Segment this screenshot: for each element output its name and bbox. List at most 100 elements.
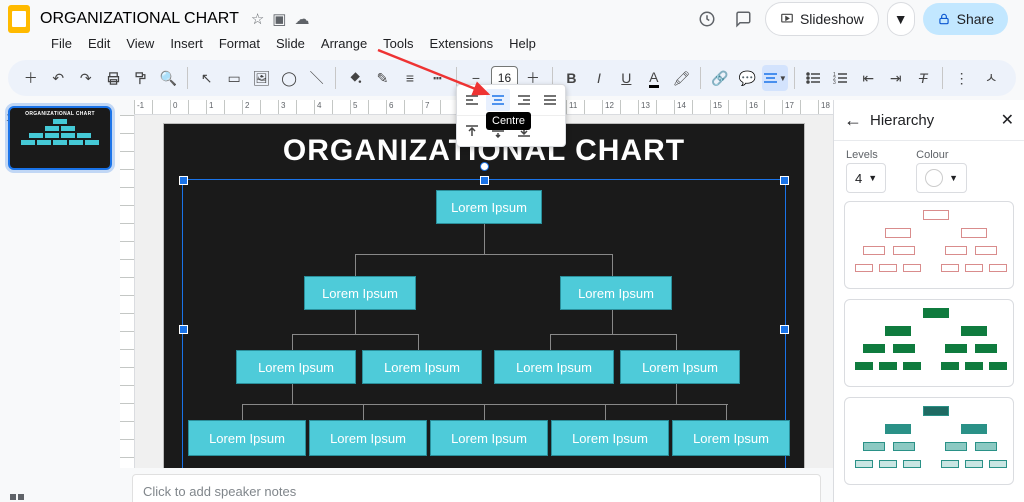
speaker-notes[interactable]: Click to add speaker notes bbox=[132, 474, 821, 502]
back-icon[interactable]: ← bbox=[844, 110, 862, 131]
italic-button[interactable]: I bbox=[586, 65, 611, 91]
document-title[interactable]: ORGANIZATIONAL CHART bbox=[40, 10, 239, 28]
menu-extensions[interactable]: Extensions bbox=[423, 34, 501, 56]
share-label: Share bbox=[957, 11, 994, 27]
collapse-toolbar-button[interactable]: ㅅ bbox=[978, 65, 1003, 91]
textbox-tool[interactable]: ▭ bbox=[221, 65, 246, 91]
select-tool[interactable]: ↖ bbox=[194, 65, 219, 91]
slide-canvas[interactable]: ORGANIZATIONAL CHART bbox=[163, 123, 805, 468]
org-node[interactable]: Lorem Ipsum bbox=[560, 276, 672, 310]
history-icon[interactable] bbox=[693, 5, 721, 33]
connector bbox=[355, 254, 356, 276]
fill-color-button[interactable] bbox=[342, 65, 367, 91]
slideshow-dropdown[interactable]: ▼ bbox=[887, 2, 915, 36]
menu-edit[interactable]: Edit bbox=[81, 34, 117, 56]
valign-top[interactable] bbox=[460, 120, 484, 142]
border-dash-button[interactable]: ┅ bbox=[425, 65, 450, 91]
connector bbox=[292, 334, 418, 335]
menu-insert[interactable]: Insert bbox=[163, 34, 210, 56]
org-node[interactable]: Lorem Ipsum bbox=[304, 276, 416, 310]
style-option-3[interactable] bbox=[844, 397, 1014, 485]
resize-handle[interactable] bbox=[780, 325, 789, 334]
redo-button[interactable]: ↷ bbox=[73, 65, 98, 91]
star-icon[interactable]: ☆ bbox=[251, 10, 264, 28]
clear-formatting-button[interactable]: T bbox=[910, 65, 935, 91]
border-weight-button[interactable]: ≡ bbox=[397, 65, 422, 91]
border-color-button[interactable]: ✎ bbox=[370, 65, 395, 91]
levels-label: Levels bbox=[846, 149, 886, 161]
panel-title: Hierarchy bbox=[870, 112, 934, 129]
insert-comment-button[interactable]: 💬 bbox=[735, 65, 760, 91]
colour-select[interactable]: ▼ bbox=[916, 163, 967, 193]
align-justify[interactable] bbox=[538, 89, 562, 111]
image-tool[interactable]: 🖼 bbox=[249, 65, 274, 91]
vertical-ruler bbox=[120, 115, 135, 468]
org-node[interactable]: Lorem Ipsum bbox=[551, 420, 669, 456]
resize-handle[interactable] bbox=[480, 176, 489, 185]
menu-slide[interactable]: Slide bbox=[269, 34, 312, 56]
highlight-color-button[interactable]: 🖍 bbox=[669, 65, 694, 91]
zoom-button[interactable]: 🔍 bbox=[155, 65, 180, 91]
comments-icon[interactable] bbox=[729, 5, 757, 33]
insert-link-button[interactable]: 🔗 bbox=[707, 65, 732, 91]
org-node[interactable]: Lorem Ipsum bbox=[362, 350, 482, 384]
shape-tool[interactable]: ◯ bbox=[276, 65, 301, 91]
connector bbox=[550, 334, 551, 350]
line-tool[interactable]: ＼ bbox=[304, 65, 329, 91]
connector bbox=[355, 254, 613, 255]
menu-help[interactable]: Help bbox=[502, 34, 543, 56]
org-node[interactable]: Lorem Ipsum bbox=[430, 420, 548, 456]
colour-label: Colour bbox=[916, 149, 967, 161]
bulleted-list-button[interactable] bbox=[801, 65, 826, 91]
connector bbox=[612, 306, 613, 334]
underline-button[interactable]: U bbox=[614, 65, 639, 91]
org-node[interactable]: Lorem Ipsum bbox=[672, 420, 790, 456]
more-options-button[interactable]: ⋮ bbox=[949, 65, 974, 91]
connector bbox=[242, 404, 243, 420]
menu-arrange[interactable]: Arrange bbox=[314, 34, 374, 56]
grid-view-icon[interactable] bbox=[10, 494, 24, 502]
resize-handle[interactable] bbox=[179, 325, 188, 334]
connector bbox=[484, 220, 485, 254]
align-right[interactable] bbox=[512, 89, 536, 111]
resize-handle[interactable] bbox=[780, 176, 789, 185]
org-node[interactable]: Lorem Ipsum bbox=[188, 420, 306, 456]
slide-thumbnail-1[interactable]: ORGANIZATIONAL CHART bbox=[8, 106, 112, 170]
new-slide-button[interactable]: ＋ bbox=[18, 65, 43, 91]
menu-tools[interactable]: Tools bbox=[376, 34, 420, 56]
paint-format-button[interactable] bbox=[128, 65, 153, 91]
move-to-folder-icon[interactable]: ▣ bbox=[272, 10, 286, 28]
print-button[interactable] bbox=[100, 65, 125, 91]
rotate-handle[interactable] bbox=[480, 162, 489, 171]
align-left[interactable] bbox=[460, 89, 484, 111]
slideshow-button[interactable]: Slideshow bbox=[765, 2, 879, 36]
org-node-root[interactable]: Lorem Ipsum bbox=[436, 190, 542, 224]
connector bbox=[726, 404, 727, 420]
numbered-list-button[interactable]: 123 bbox=[828, 65, 853, 91]
close-icon[interactable]: ✕ bbox=[1001, 110, 1014, 130]
menu-format[interactable]: Format bbox=[212, 34, 267, 56]
decrease-indent-button[interactable]: ⇤ bbox=[855, 65, 880, 91]
menu-view[interactable]: View bbox=[119, 34, 161, 56]
undo-button[interactable]: ↶ bbox=[45, 65, 70, 91]
text-color-button[interactable]: A bbox=[641, 65, 666, 91]
align-button[interactable]: ▼ bbox=[762, 65, 787, 91]
increase-indent-button[interactable]: ⇥ bbox=[883, 65, 908, 91]
connector bbox=[612, 254, 613, 276]
svg-text:3: 3 bbox=[833, 80, 836, 84]
org-node[interactable]: Lorem Ipsum bbox=[494, 350, 614, 384]
org-node[interactable]: Lorem Ipsum bbox=[309, 420, 427, 456]
org-node[interactable]: Lorem Ipsum bbox=[236, 350, 356, 384]
org-node[interactable]: Lorem Ipsum bbox=[620, 350, 740, 384]
slides-app-icon[interactable] bbox=[8, 5, 30, 33]
menu-file[interactable]: File bbox=[44, 34, 79, 56]
levels-select[interactable]: 4▼ bbox=[846, 163, 886, 193]
connector bbox=[605, 404, 606, 420]
toolbar: ＋ ↶ ↷ 🔍 ↖ ▭ 🖼 ◯ ＼ ✎ ≡ ┅ − 16 ＋ B I U A 🖍… bbox=[8, 60, 1016, 96]
resize-handle[interactable] bbox=[179, 176, 188, 185]
connector bbox=[363, 404, 364, 420]
style-option-2[interactable] bbox=[844, 299, 1014, 387]
align-center[interactable] bbox=[486, 89, 510, 111]
share-button[interactable]: Share bbox=[923, 3, 1008, 35]
style-option-1[interactable] bbox=[844, 201, 1014, 289]
